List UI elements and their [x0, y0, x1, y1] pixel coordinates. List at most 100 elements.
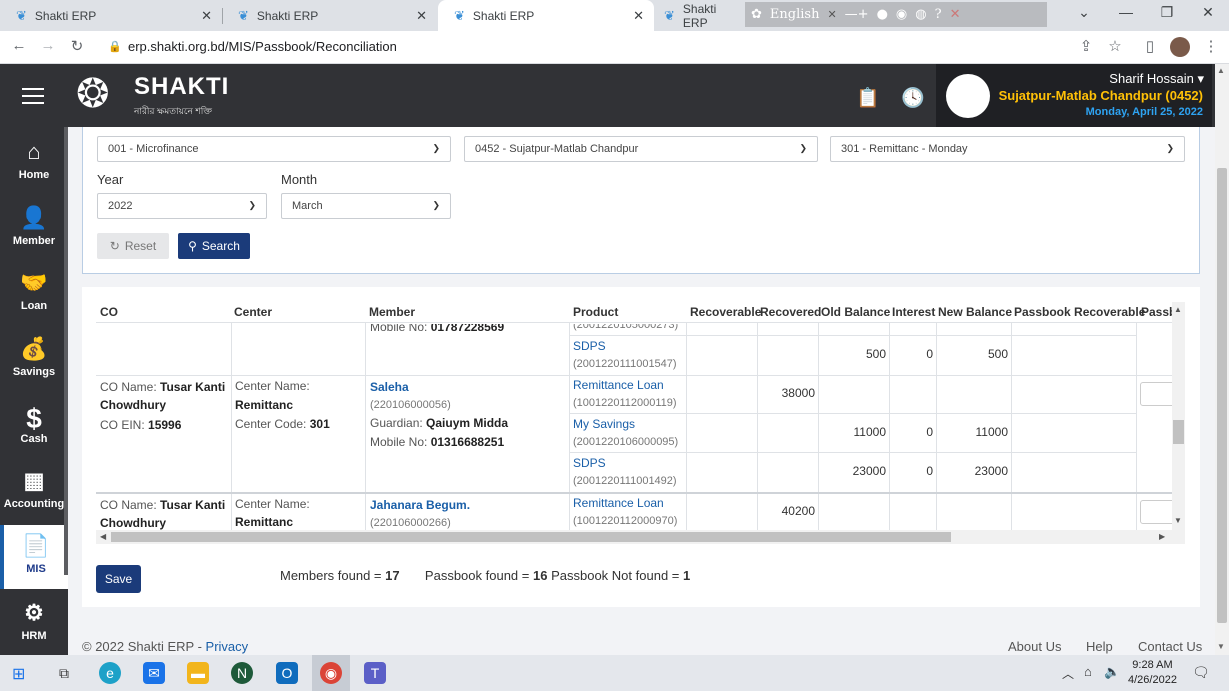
page-scrollbar-thumb[interactable]	[1217, 168, 1227, 623]
scroll-left-icon[interactable]: ◀	[100, 532, 106, 541]
product-link[interactable]: Remittance Loan	[573, 494, 664, 512]
table-scrollbar-h-thumb[interactable]	[111, 532, 951, 542]
mail-icon[interactable]: ✉	[143, 662, 165, 684]
recovered: 38000	[781, 386, 815, 400]
center-name: Remittanc	[235, 398, 294, 412]
reset-button[interactable]: ↻ Reset	[97, 233, 169, 259]
scroll-up-icon[interactable]: ▲	[1217, 66, 1225, 75]
browser-tab[interactable]: ❦ Shakti ERP ✕	[0, 0, 222, 31]
interest: 0	[926, 464, 933, 478]
browser-tab-active[interactable]: ❦ Shakti ERP ✕	[438, 0, 654, 31]
volume-icon[interactable]: 🔈	[1104, 664, 1120, 680]
url-field[interactable]: erp.shakti.org.bd/MIS/Passbook/Reconcili…	[128, 39, 397, 54]
share-icon[interactable]: ⇪	[1076, 37, 1096, 55]
product-link[interactable]: My Savings	[573, 415, 635, 433]
product-code: (2001220111001547)	[573, 358, 677, 370]
product-link[interactable]: SDPS	[573, 337, 606, 355]
scroll-down-icon[interactable]: ▼	[1217, 642, 1225, 651]
avatar[interactable]	[946, 74, 990, 118]
app-logo-tagline: নারীর ক্ষমতায়নে শক্তি	[134, 106, 213, 116]
forward-icon[interactable]: →	[38, 37, 58, 54]
contact-link[interactable]: Contact Us	[1138, 639, 1202, 654]
close-icon[interactable]: ✕	[827, 8, 836, 21]
outlook-icon[interactable]: O	[276, 662, 298, 684]
product-link[interactable]: Remittance Loan	[573, 376, 664, 394]
history-clock-icon[interactable]: 🕓	[901, 86, 925, 110]
battery-icon[interactable]: ⌂	[1084, 664, 1092, 679]
close-tab-icon[interactable]: ✕	[416, 8, 427, 24]
product-code: (2001220106000095)	[573, 436, 679, 448]
restore-icon[interactable]: ❐	[1155, 4, 1179, 21]
app-logo: SHAKTI	[134, 73, 230, 100]
clipboard-icon[interactable]: 📋	[856, 86, 880, 110]
sidebar-item-savings[interactable]: 💰 Savings	[0, 328, 68, 394]
sidebar-item-member[interactable]: 👤 Member	[0, 197, 68, 263]
sidebar-item-loan[interactable]: 🤝 Loan	[0, 262, 68, 328]
member-link[interactable]: Jahanara Begum.	[370, 496, 470, 514]
windows-start-icon[interactable]: ⊞	[12, 664, 29, 683]
result-summary: Members found = 17 Passbook found = 16 P…	[280, 568, 691, 583]
table-scrollbar-thumb[interactable]	[1173, 420, 1184, 444]
scroll-up-icon[interactable]: ▲	[1174, 305, 1182, 314]
scroll-right-icon[interactable]: ▶	[1159, 532, 1165, 541]
close-icon[interactable]: ✕	[950, 7, 961, 22]
close-tab-icon[interactable]: ✕	[201, 8, 212, 24]
close-window-icon[interactable]: ✕	[1196, 4, 1220, 21]
chevron-down-icon: ❯	[432, 200, 440, 210]
tool-icon[interactable]: ●	[877, 7, 888, 22]
privacy-link[interactable]: Privacy	[206, 639, 249, 654]
minus-icon[interactable]: —+	[845, 7, 869, 22]
save-button[interactable]: Save	[96, 565, 141, 593]
member-link[interactable]: Saleha	[370, 378, 409, 396]
browser-tab[interactable]: ❦ Shakti ERP	[654, 0, 745, 31]
scroll-down-icon[interactable]: ▼	[1174, 516, 1182, 525]
chrome-icon[interactable]: ◉	[320, 662, 342, 684]
file-explorer-icon[interactable]: ▬	[187, 662, 209, 684]
edge-icon[interactable]: e	[99, 662, 121, 684]
col-recovered: Recovered	[760, 305, 822, 319]
sidebar-item-home[interactable]: ⌂ Home	[0, 131, 68, 197]
sidebar-item-mis[interactable]: 📄 MIS	[0, 525, 68, 589]
tab-search-icon[interactable]: ⌄	[1072, 4, 1096, 21]
translate-bar[interactable]: ✿ English ✕ —+ ● ◉ ◍? ✕	[745, 2, 1047, 27]
branch-select[interactable]: 0452 - Sujatpur-Matlab Chandpur ❯	[464, 136, 818, 162]
help-icon[interactable]: ?	[935, 7, 942, 22]
chevron-down-icon[interactable]: ▾	[1197, 71, 1204, 86]
task-view-icon[interactable]: ⧉	[53, 662, 75, 684]
tool-icon[interactable]: ◍	[915, 7, 926, 22]
year-select[interactable]: 2022 ❯	[97, 193, 267, 219]
back-icon[interactable]: ←	[9, 37, 29, 54]
sidebar-item-cash[interactable]: $ Cash	[0, 395, 68, 461]
close-tab-icon[interactable]: ✕	[633, 8, 644, 24]
profile-avatar[interactable]	[1170, 37, 1190, 57]
product-link[interactable]: SDPS	[573, 454, 606, 472]
month-select[interactable]: March ❯	[281, 193, 451, 219]
sidebar-item-hrm[interactable]: ⚙ HRM	[0, 592, 68, 658]
reload-icon[interactable]: ↻	[67, 37, 87, 55]
cash-icon: $	[26, 403, 42, 434]
side-panel-icon[interactable]: ▯	[1140, 37, 1160, 55]
program-select[interactable]: 001 - Microfinance ❯	[97, 136, 451, 162]
app-n-icon[interactable]: N	[231, 662, 253, 684]
clock[interactable]: 9:28 AM 4/26/2022	[1128, 658, 1177, 688]
lock-icon[interactable]: 🔒	[108, 40, 122, 53]
minimize-icon[interactable]: —	[1114, 4, 1138, 20]
center-select[interactable]: 301 - Remittanc - Monday ❯	[830, 136, 1185, 162]
col-recoverable: Recoverable	[690, 305, 762, 319]
bookmark-star-icon[interactable]: ☆	[1105, 37, 1125, 55]
notification-icon[interactable]: 🗨	[1192, 664, 1210, 681]
tool-icon[interactable]: ◉	[896, 7, 907, 22]
sidebar-item-accounting[interactable]: ▦ Accounting	[0, 460, 68, 526]
about-link[interactable]: About Us	[1008, 639, 1061, 654]
browser-tab[interactable]: ❦ Shakti ERP ✕	[222, 0, 437, 31]
browser-menu-icon[interactable]: ⋮	[1201, 37, 1221, 55]
help-link[interactable]: Help	[1086, 639, 1113, 654]
teams-icon[interactable]: T	[364, 662, 386, 684]
search-button[interactable]: ⚲ Search	[178, 233, 250, 259]
hamburger-menu-icon[interactable]	[22, 88, 44, 104]
user-name[interactable]: Sharif Hossain ▾	[1109, 71, 1204, 87]
table-scrollbar-vertical[interactable]	[1172, 302, 1185, 530]
passbook-input[interactable]	[1140, 500, 1172, 524]
loan-icon: 🤝	[20, 270, 48, 295]
tray-chevron-icon[interactable]: ︿	[1062, 665, 1074, 682]
